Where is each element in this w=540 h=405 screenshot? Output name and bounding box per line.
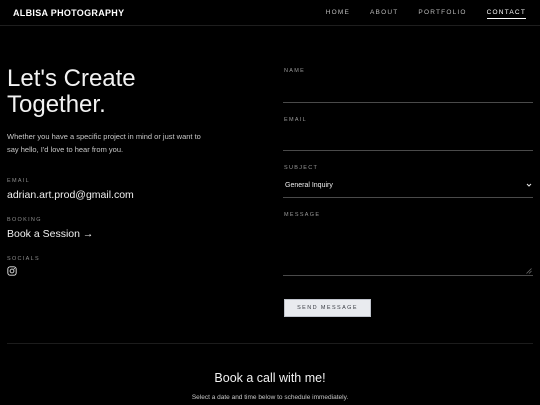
- message-field-label: MESSAGE: [284, 212, 321, 218]
- name-input[interactable]: [284, 82, 532, 100]
- email-input[interactable]: [284, 131, 532, 149]
- instagram-icon[interactable]: [7, 266, 17, 276]
- email-field-underline: [283, 150, 533, 151]
- email-label: EMAIL: [7, 178, 31, 184]
- subject-field-label: SUBJECT: [284, 165, 319, 171]
- nav-link-portfolio[interactable]: PORTFOLIO: [418, 9, 466, 19]
- send-message-button[interactable]: SEND MESSAGE: [284, 299, 371, 317]
- message-textarea[interactable]: [283, 224, 533, 276]
- subject-field-underline: [283, 197, 533, 198]
- email-address[interactable]: adrian.art.prod@gmail.com: [7, 189, 134, 201]
- nav-links: HOME ABOUT PORTFOLIO CONTACT: [326, 9, 526, 19]
- nav-link-contact[interactable]: CONTACT: [486, 9, 526, 19]
- name-field-label: NAME: [284, 68, 306, 74]
- section-divider: [7, 343, 533, 344]
- name-field-underline: [283, 102, 533, 103]
- intro-text: Whether you have a specific project in m…: [7, 132, 201, 154]
- book-session-link[interactable]: Book a Session →: [7, 228, 93, 240]
- resize-handle-icon[interactable]: [526, 268, 532, 274]
- booking-label: BOOKING: [7, 217, 42, 223]
- page-title-line-1: Let's Create: [7, 65, 136, 92]
- email-field-label: EMAIL: [284, 117, 308, 123]
- chevron-down-icon[interactable]: [525, 181, 533, 189]
- page-title: Let's Create Together.: [7, 66, 207, 118]
- page-title-line-2: Together.: [7, 91, 106, 118]
- book-call-title: Book a call with me!: [214, 371, 326, 385]
- subject-select[interactable]: General Inquiry: [285, 182, 333, 189]
- socials-label: SOCIALS: [7, 256, 40, 262]
- book-call-subtitle: Select a date and time below to schedule…: [191, 394, 349, 401]
- nav-link-home[interactable]: HOME: [326, 9, 350, 19]
- top-navbar: ALBISA PHOTOGRAPHY HOME ABOUT PORTFOLIO …: [0, 0, 540, 26]
- nav-link-about[interactable]: ABOUT: [370, 9, 398, 19]
- brand-logo[interactable]: ALBISA PHOTOGRAPHY: [13, 8, 124, 18]
